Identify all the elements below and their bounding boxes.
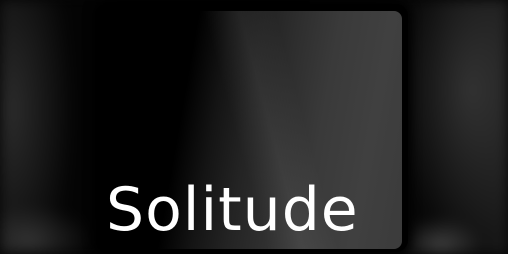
cover-scene: Solitude [0,0,508,254]
title-text: Solitude [106,175,359,245]
